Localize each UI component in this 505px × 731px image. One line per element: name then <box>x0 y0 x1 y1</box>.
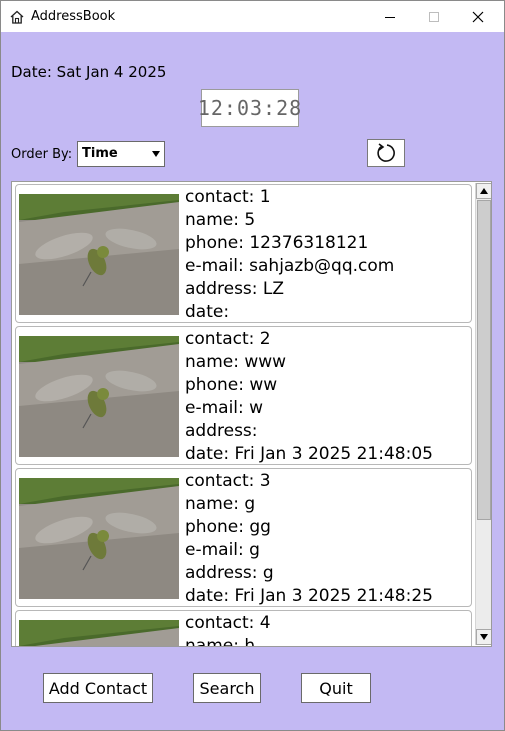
app-window: AddressBook Date: Sat Jan 4 2025 12:03:2… <box>0 0 505 731</box>
dragonfly-photo <box>19 478 179 599</box>
search-button[interactable]: Search <box>193 673 261 703</box>
order-by-value: Time <box>82 146 118 161</box>
maximize-button[interactable] <box>411 1 457 32</box>
contact-info: contact: 2 name: www phone: ww e-mail: w… <box>185 328 433 464</box>
maximize-icon <box>429 11 439 22</box>
contact-phone: phone: 12376318121 <box>185 233 369 253</box>
arrow-up-icon <box>480 188 488 194</box>
contact-email: e-mail: g <box>185 540 260 560</box>
dragonfly-photo <box>19 194 179 315</box>
digital-clock: 12:03:28 <box>198 89 301 127</box>
contact-name: name: 5 <box>185 210 256 230</box>
contact-name: name: g <box>185 494 256 514</box>
vertical-scrollbar[interactable] <box>475 183 491 645</box>
close-icon <box>472 11 484 22</box>
contact-card[interactable]: contact: 2 name: www phone: ww e-mail: w… <box>15 326 472 465</box>
contact-id: contact: 4 <box>185 613 271 633</box>
chevron-down-icon <box>152 151 160 157</box>
scroll-up-button[interactable] <box>476 183 491 199</box>
contact-address: address: <box>185 421 258 441</box>
contact-email: e-mail: w <box>185 398 264 418</box>
dragonfly-photo <box>19 336 179 457</box>
quit-button[interactable]: Quit <box>301 673 371 703</box>
minimize-button[interactable] <box>367 1 413 32</box>
contact-list[interactable]: contact: 1 name: 5 phone: 12376318121 e-… <box>11 181 492 647</box>
contact-id: contact: 2 <box>185 329 271 349</box>
close-button[interactable] <box>455 1 501 32</box>
order-by-select[interactable]: Time <box>77 141 165 167</box>
refresh-icon <box>377 143 395 162</box>
contact-phone: phone: gg <box>185 517 271 537</box>
order-by-label: Order By: <box>11 147 73 162</box>
date-label: Date: Sat Jan 4 2025 <box>11 63 167 81</box>
contact-card[interactable]: contact: 4 name: h <box>15 610 472 647</box>
contact-info: contact: 4 name: h <box>185 612 271 647</box>
contact-card[interactable]: contact: 1 name: 5 phone: 12376318121 e-… <box>15 184 472 323</box>
dragonfly-photo <box>19 620 179 646</box>
add-contact-button[interactable]: Add Contact <box>43 673 153 703</box>
contact-id: contact: 1 <box>185 187 271 207</box>
contact-name: name: h <box>185 636 256 647</box>
contact-date: date: Fri Jan 3 2025 21:48:05 <box>185 444 433 464</box>
contact-address: address: g <box>185 563 274 583</box>
arrow-down-icon <box>480 634 488 640</box>
contact-info: contact: 1 name: 5 phone: 12376318121 e-… <box>185 186 395 322</box>
scrollbar-thumb[interactable] <box>477 200 491 520</box>
contact-info: contact: 3 name: g phone: gg e-mail: g a… <box>185 470 433 606</box>
minimize-icon <box>385 16 395 18</box>
contact-phone: phone: ww <box>185 375 278 395</box>
refresh-button[interactable] <box>367 139 405 167</box>
contact-id: contact: 3 <box>185 471 271 491</box>
contact-date: date: Fri Jan 3 2025 21:48:25 <box>185 586 433 606</box>
home-icon <box>10 10 24 24</box>
contact-email: e-mail: sahjazb@qq.com <box>185 256 395 276</box>
title-bar[interactable]: AddressBook <box>1 1 504 32</box>
contact-address: address: LZ <box>185 279 285 299</box>
contact-name: name: www <box>185 352 287 372</box>
scroll-down-button[interactable] <box>476 629 491 645</box>
window-title: AddressBook <box>31 9 116 24</box>
contact-date: date: <box>185 302 230 322</box>
contact-card[interactable]: contact: 3 name: g phone: gg e-mail: g a… <box>15 468 472 607</box>
